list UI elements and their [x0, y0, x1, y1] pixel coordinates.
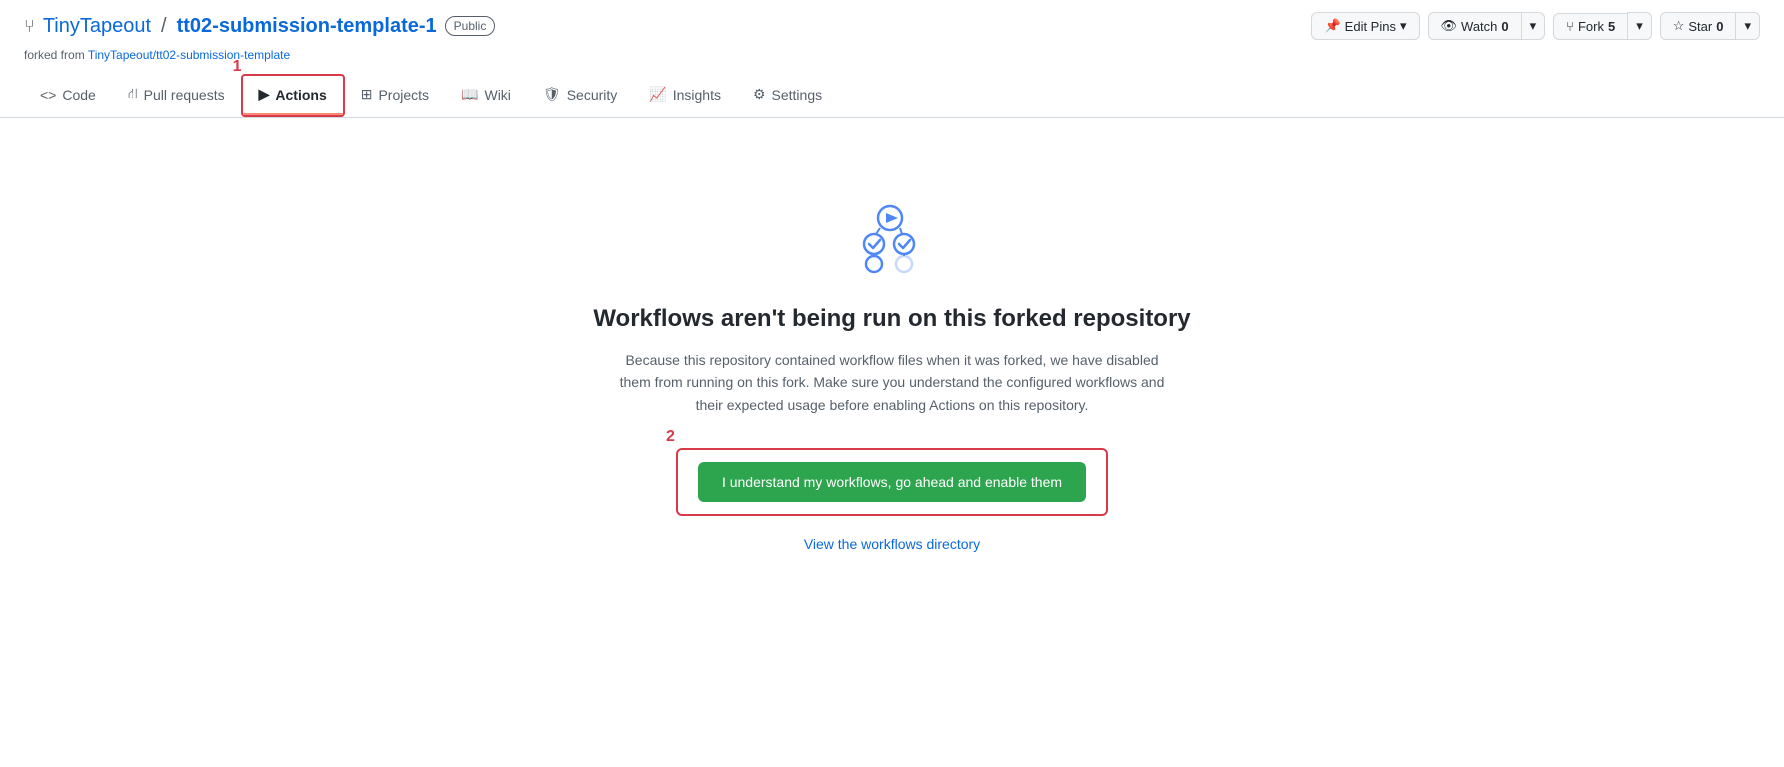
fork-repo-icon: ⑂: [24, 16, 35, 37]
star-chevron-icon: ▾: [1744, 18, 1751, 34]
tab-security[interactable]: 🛡 Security: [527, 76, 633, 115]
fork-count: 5: [1608, 19, 1615, 34]
star-dropdown-button[interactable]: ▾: [1735, 12, 1760, 40]
workflow-icon-container: [852, 198, 932, 281]
repo-title-left: ⑂ TinyTapeout / tt02-submission-template…: [24, 15, 495, 38]
main-content: Workflows aren't being run on this forke…: [0, 118, 1784, 592]
fork-icon: ⑂: [1566, 19, 1574, 34]
security-icon: 🛡: [543, 86, 561, 103]
tab-insights-label: Insights: [673, 87, 721, 103]
star-group: ☆ Star 0 ▾: [1660, 12, 1760, 40]
edit-pins-label: Edit Pins: [1345, 19, 1396, 34]
star-label: Star: [1688, 19, 1712, 34]
enable-workflows-wrapper: I understand my workflows, go ahead and …: [676, 448, 1108, 516]
tab-actions-label: Actions: [275, 87, 326, 103]
tab-code[interactable]: <> Code: [24, 77, 112, 115]
watch-chevron-icon: ▾: [1530, 18, 1537, 34]
header-actions: 📌 Edit Pins ▾ 👁 Watch 0 ▾ ⑂: [1311, 12, 1760, 40]
watch-count: 0: [1501, 19, 1508, 34]
tab-wiki-label: Wiki: [484, 87, 510, 103]
pin-icon: 📌: [1324, 18, 1340, 34]
fork-group: ⑂ Fork 5 ▾: [1553, 12, 1652, 40]
edit-pins-chevron: ▾: [1400, 18, 1407, 34]
forked-from-label: forked from: [24, 48, 85, 62]
main-title: Workflows aren't being run on this forke…: [593, 305, 1190, 333]
tab-pull-requests-label: Pull requests: [144, 87, 225, 103]
fork-label: Fork: [1578, 19, 1604, 34]
insights-icon: 📈: [649, 86, 666, 103]
actions-icon: ▶: [259, 86, 270, 103]
workflow-illustration-icon: [852, 198, 932, 278]
edit-pins-button[interactable]: 📌 Edit Pins ▾: [1311, 12, 1419, 40]
forked-from-row: forked from TinyTapeout/tt02-submission-…: [24, 48, 1760, 70]
nav-tabs: <> Code ⛙ Pull requests ▶ Actions ⊞ Proj…: [24, 74, 1760, 117]
tab-projects-label: Projects: [378, 87, 429, 103]
star-icon: ☆: [1673, 18, 1685, 34]
forked-from-link[interactable]: TinyTapeout/tt02-submission-template: [88, 48, 290, 62]
tab-code-label: Code: [62, 87, 95, 103]
view-workflows-link[interactable]: View the workflows directory: [804, 536, 980, 552]
main-description: Because this repository contained workfl…: [612, 349, 1172, 416]
tab-settings-label: Settings: [772, 87, 823, 103]
tab-insights[interactable]: 📈 Insights: [633, 76, 737, 115]
fork-chevron-icon: ▾: [1636, 18, 1643, 34]
wiki-icon: 📖: [461, 86, 478, 103]
watch-button[interactable]: 👁 Watch 0: [1428, 12, 1521, 40]
enable-workflows-button[interactable]: I understand my workflows, go ahead and …: [698, 462, 1086, 502]
tab-pull-requests[interactable]: ⛙ Pull requests: [112, 75, 241, 116]
edit-pins-group: 📌 Edit Pins ▾: [1311, 12, 1419, 40]
tab-projects[interactable]: ⊞ Projects: [345, 76, 445, 115]
pull-request-icon: ⛙: [128, 85, 138, 104]
repo-title-row: ⑂ TinyTapeout / tt02-submission-template…: [24, 12, 1760, 48]
watch-dropdown-button[interactable]: ▾: [1521, 12, 1546, 40]
code-icon: <>: [40, 87, 56, 103]
watch-group: 👁 Watch 0 ▾: [1428, 12, 1546, 40]
tab-wiki[interactable]: 📖 Wiki: [445, 76, 527, 115]
star-count: 0: [1716, 19, 1723, 34]
tab-actions[interactable]: ▶ Actions: [243, 76, 343, 115]
tab-settings[interactable]: ⚙ Settings: [737, 76, 838, 115]
repo-name-link[interactable]: tt02-submission-template-1: [177, 15, 437, 38]
star-button[interactable]: ☆ Star 0: [1660, 12, 1736, 40]
projects-icon: ⊞: [361, 86, 373, 103]
repo-separator: /: [161, 15, 167, 38]
tab-security-label: Security: [567, 87, 618, 103]
repo-owner-link[interactable]: TinyTapeout: [43, 15, 151, 38]
visibility-badge: Public: [445, 16, 496, 36]
actions-tab-highlight: ▶ Actions: [241, 74, 345, 117]
fork-button[interactable]: ⑂ Fork 5: [1553, 13, 1627, 40]
settings-icon: ⚙: [753, 86, 766, 103]
eye-icon: 👁: [1441, 18, 1458, 34]
fork-dropdown-button[interactable]: ▾: [1627, 12, 1652, 40]
watch-label: Watch: [1461, 19, 1497, 34]
page-header: ⑂ TinyTapeout / tt02-submission-template…: [0, 0, 1784, 118]
